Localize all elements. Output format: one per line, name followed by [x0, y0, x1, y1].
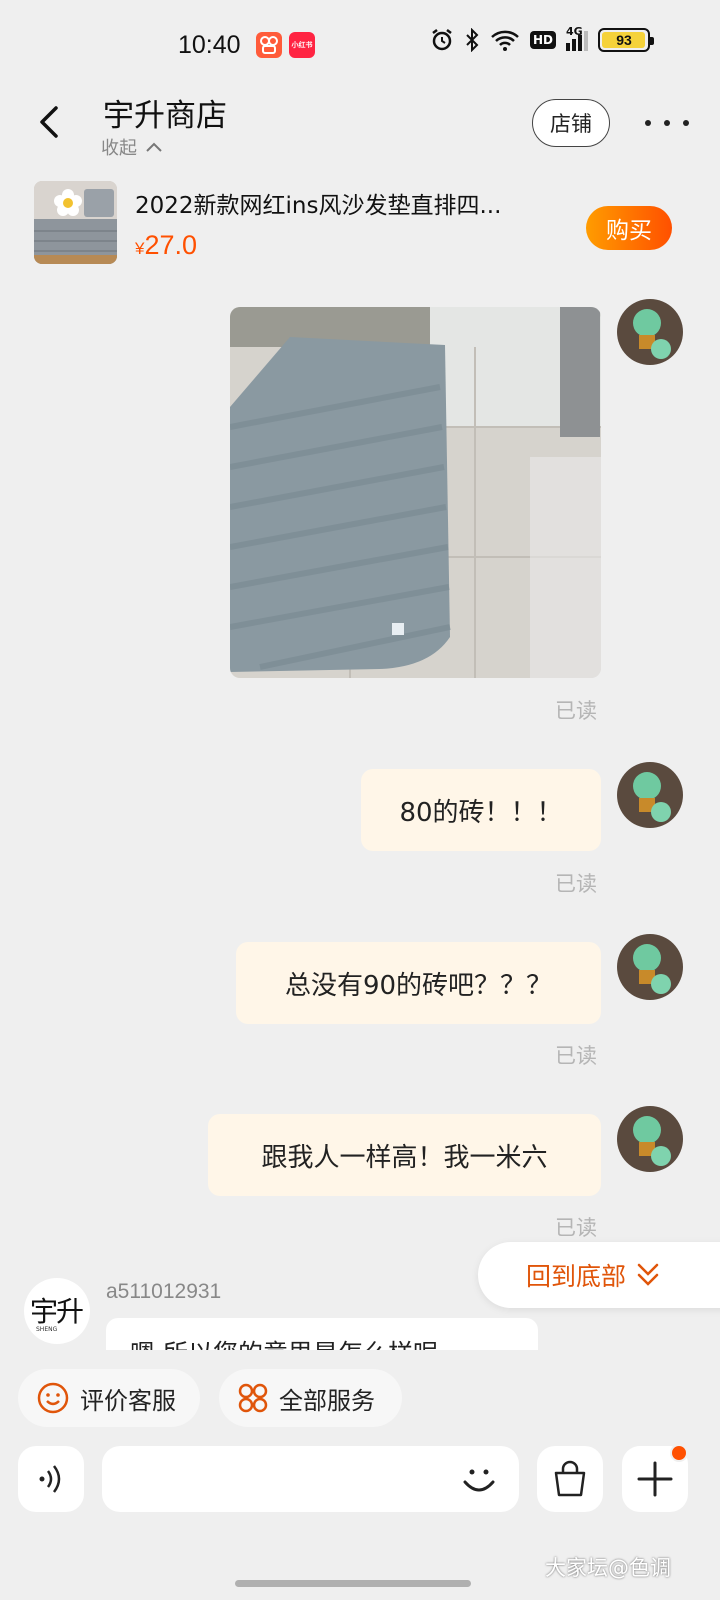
store-button[interactable]: 店铺: [532, 99, 610, 147]
collapse-label: 收起: [101, 138, 137, 159]
dot: [664, 120, 670, 126]
back-arrow-icon: [40, 106, 58, 138]
back-to-bottom-button[interactable]: 回到底部: [478, 1242, 720, 1308]
my-avatar[interactable]: [617, 1106, 683, 1172]
emoji-icon: [463, 1469, 495, 1492]
shopping-bag-icon: [554, 1460, 586, 1497]
dot: [683, 120, 689, 126]
my-avatar[interactable]: [617, 934, 683, 1000]
status-time: 10:40: [178, 31, 241, 59]
xiaohongshu-icon: 小红书: [289, 32, 315, 58]
voice-button[interactable]: [18, 1446, 84, 1512]
back-to-bottom-label: 回到底部: [526, 1262, 627, 1291]
read-receipt: 已读: [555, 1216, 597, 1240]
grid-icon: [238, 1383, 268, 1413]
message-bubble[interactable]: 80的砖！！！: [361, 769, 601, 851]
hd-icon: HD: [529, 31, 556, 49]
signal-icon: 4G: [566, 25, 588, 51]
read-receipt: 已读: [555, 1044, 597, 1068]
price-value: 27.0: [144, 230, 198, 260]
rate-service-button[interactable]: 评价客服: [18, 1369, 200, 1427]
seller-avatar-subtext: SHENG: [36, 1326, 58, 1333]
emoji-button[interactable]: [455, 1455, 503, 1503]
seller-message-text: 嗯 所以您的意思是怎么样呢: [130, 1334, 438, 1350]
shop-title[interactable]: 宇升商店: [103, 90, 227, 135]
chat-image-message[interactable]: [230, 307, 601, 678]
smile-icon: [37, 1382, 69, 1414]
product-title[interactable]: 2022新款网红ins风沙发垫直排四...: [135, 186, 555, 220]
status-bar: 10:40 小红书 HD 4G 93: [0, 0, 720, 90]
rate-service-label: 评价客服: [80, 1386, 176, 1415]
seller-avatar[interactable]: 宇升 SHENG: [24, 1278, 90, 1344]
all-services-button[interactable]: 全部服务: [219, 1369, 402, 1427]
product-price: ¥27.0: [135, 230, 197, 261]
collapse-toggle[interactable]: 收起: [101, 134, 163, 160]
bluetooth-icon: [466, 28, 479, 52]
my-avatar[interactable]: [617, 299, 683, 365]
read-receipt: 已读: [555, 699, 597, 723]
alarm-icon: [432, 29, 452, 51]
message-bubble[interactable]: 总没有90的砖吧？？？: [236, 942, 601, 1024]
message-bubble[interactable]: 跟我人一样高！我一米六: [208, 1114, 601, 1196]
dot: [645, 120, 651, 126]
watermark: 大家坛@色调: [545, 1556, 671, 1580]
order-button[interactable]: [537, 1446, 603, 1512]
buy-button[interactable]: 购买: [586, 206, 672, 250]
notification-dot: [670, 1444, 688, 1462]
read-receipt: 已读: [555, 872, 597, 896]
seller-message-bubble[interactable]: 嗯 所以您的意思是怎么样呢: [106, 1318, 538, 1350]
seller-avatar-text: 宇升: [30, 1295, 84, 1328]
chevron-up-icon: [146, 142, 162, 152]
all-services-label: 全部服务: [279, 1386, 375, 1415]
seller-name: a511012931: [106, 1280, 222, 1303]
kuaishou-icon: [256, 32, 282, 58]
status-icons: HD 4G 93: [430, 25, 654, 52]
more-options-button[interactable]: [645, 108, 689, 138]
double-chevron-down-icon: [637, 1263, 659, 1286]
voice-icon: [39, 1465, 61, 1493]
plus-icon: [637, 1461, 673, 1497]
back-button[interactable]: [30, 100, 70, 144]
battery-icon: 93: [598, 28, 654, 52]
home-indicator[interactable]: [235, 1580, 471, 1587]
wifi-icon: [491, 30, 519, 51]
product-thumbnail[interactable]: [34, 181, 117, 264]
my-avatar[interactable]: [617, 762, 683, 828]
